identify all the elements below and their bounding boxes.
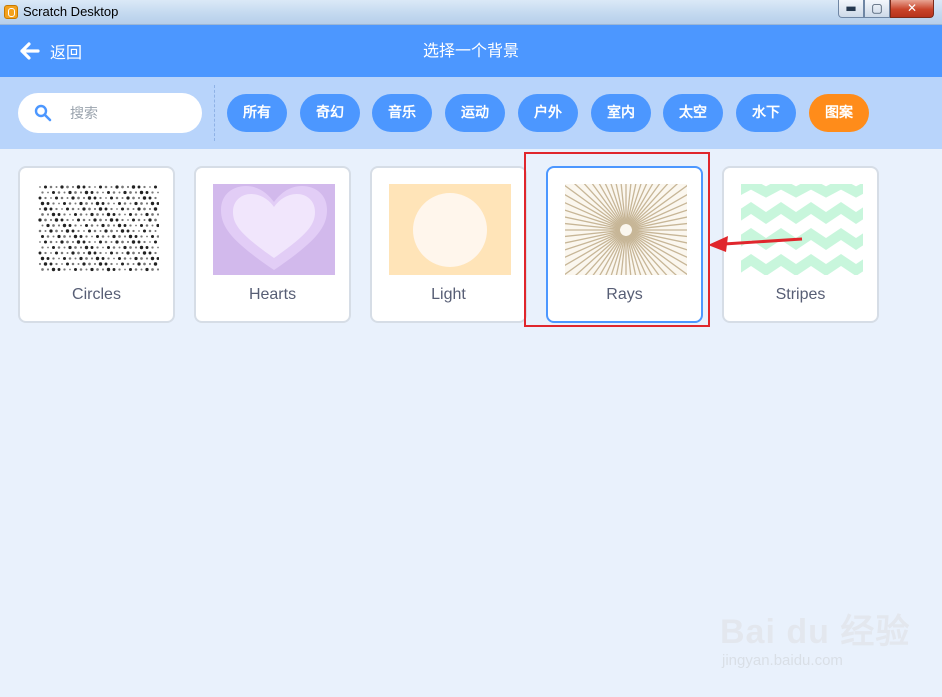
stripes-thumbnail	[741, 184, 863, 275]
maximize-icon: ▢	[871, 1, 883, 15]
backdrop-name: Stripes	[775, 286, 826, 303]
backdrop-name: Hearts	[248, 286, 297, 303]
backdrop-name: Light	[431, 286, 466, 303]
backdrop-card-light[interactable]: Light	[370, 166, 527, 323]
search-icon	[34, 104, 52, 122]
category-tag[interactable]: 运动	[445, 94, 505, 132]
backdrop-name: Circles	[72, 286, 121, 303]
close-button[interactable]: ✕	[890, 0, 934, 18]
category-tag[interactable]: 水下	[736, 94, 796, 132]
minimize-button[interactable]: ▬	[838, 0, 864, 18]
backdrop-card-rays[interactable]: Rays	[546, 166, 703, 323]
category-tag[interactable]: 太空	[663, 94, 723, 132]
filter-bar: 所有奇幻音乐运动户外室内太空水下图案	[0, 77, 942, 149]
circles-thumbnail	[37, 184, 159, 275]
filter-divider	[214, 85, 215, 141]
watermark-logo: Bai du 经验	[720, 613, 911, 651]
close-icon: ✕	[906, 1, 918, 15]
search-box[interactable]	[18, 93, 202, 133]
category-tag[interactable]: 音乐	[372, 94, 432, 132]
scratch-app-icon	[4, 5, 18, 19]
category-tag[interactable]: 室内	[591, 94, 651, 132]
maximize-button[interactable]: ▢	[864, 0, 890, 18]
backdrop-name: Rays	[606, 286, 643, 303]
category-tag[interactable]: 所有	[227, 94, 287, 132]
hearts-thumbnail	[213, 184, 335, 275]
category-tag[interactable]: 奇幻	[300, 94, 360, 132]
minimize-icon: ▬	[845, 1, 857, 15]
window-title: Scratch Desktop	[23, 4, 119, 19]
library-header: 返回 选择一个背景	[0, 25, 942, 77]
category-tag[interactable]: 户外	[518, 94, 578, 132]
category-tag[interactable]: 图案	[809, 94, 869, 132]
watermark-url: jingyan.baidu.com	[722, 652, 843, 669]
page-title: 选择一个背景	[422, 41, 519, 60]
window-title-bar: Scratch Desktop ▬ ▢ ✕	[0, 0, 942, 25]
backdrop-card-hearts[interactable]: Hearts	[194, 166, 351, 323]
backdrop-card-stripes[interactable]: Stripes	[722, 166, 879, 323]
backdrop-card-circles[interactable]: Circles	[18, 166, 175, 323]
search-input[interactable]	[68, 101, 192, 127]
baidu-watermark: Bai du 经验 jingyan.baidu.com	[720, 596, 920, 676]
rays-thumbnail	[565, 184, 687, 275]
light-thumbnail	[389, 184, 511, 275]
